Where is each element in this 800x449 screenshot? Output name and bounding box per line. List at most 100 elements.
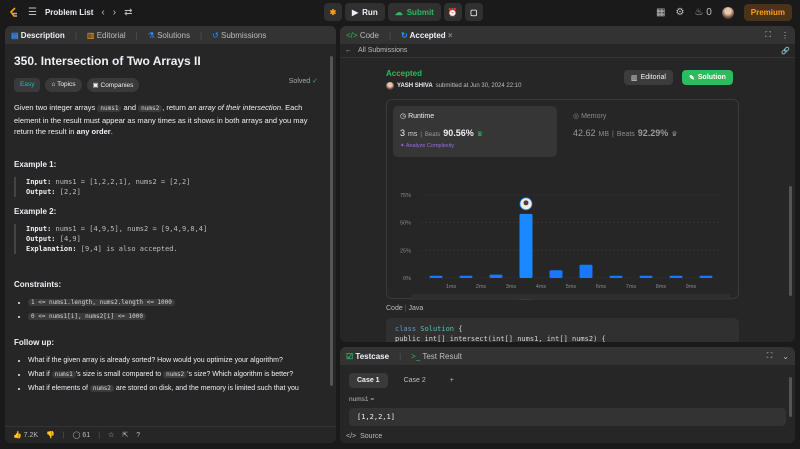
- tab-code[interactable]: </> Code: [346, 31, 379, 40]
- submit-button[interactable]: ☁ Submit: [387, 3, 441, 21]
- submission-scrollbar[interactable]: [789, 186, 792, 296]
- code-viewer[interactable]: class Solution { public int[] intersect(…: [386, 318, 739, 342]
- premium-button[interactable]: Premium: [743, 4, 792, 21]
- like-button[interactable]: 👍 7.2K: [13, 431, 38, 439]
- expand-icon[interactable]: ⛶: [767, 351, 773, 361]
- layout-icon[interactable]: ▦: [656, 7, 665, 18]
- tab-editorial[interactable]: ▥ Editorial: [87, 31, 126, 40]
- list-item: 0 <= nums1[i], nums2[i] <= 1000: [28, 312, 327, 320]
- y-tick-label: 75%: [400, 193, 411, 199]
- bug-icon: ✱: [329, 7, 337, 17]
- collapse-icon[interactable]: ⌄: [782, 352, 789, 361]
- back-arrow-icon[interactable]: ←: [345, 47, 352, 54]
- code-line: class Solution {: [395, 324, 730, 334]
- description-icon: ▤: [11, 30, 19, 40]
- input-label: Input:: [26, 177, 52, 186]
- accepted-icon: ↻: [401, 30, 408, 40]
- description-footer: 👍 7.2K 👎 | ◯ 61 | ☆ ⇱ ?: [5, 426, 336, 443]
- y-tick-label: 25%: [400, 248, 411, 254]
- x-tick-label: 4ms: [536, 284, 547, 290]
- problem-statement: Given two integer arrays nums1 and nums2…: [14, 102, 327, 138]
- runtime-distribution-chart[interactable]: 75%50%25%0%1ms2ms3ms4ms5ms6ms7ms8ms9ms2m…: [387, 100, 740, 300]
- constraints-title: Constraints:: [14, 279, 62, 289]
- tab-solutions[interactable]: ⚗ Solutions: [148, 31, 190, 40]
- tab-submissions[interactable]: ↺ Submissions: [212, 31, 266, 40]
- submitter-name[interactable]: YASH SHIVA: [397, 83, 433, 89]
- close-icon[interactable]: ×: [448, 31, 453, 40]
- next-problem-icon[interactable]: ›: [113, 7, 116, 18]
- stats-box: ◷ Runtime 3 ms | Beats 90.56% ♛ ✦ Analyz…: [386, 99, 740, 300]
- companies-tag[interactable]: ▣ Companies: [86, 78, 140, 92]
- timer-button[interactable]: ⏰: [443, 3, 462, 21]
- help-icon[interactable]: ?: [136, 432, 140, 439]
- solved-badge: Solved ✓: [289, 77, 318, 85]
- list-icon[interactable]: ☰: [28, 7, 37, 18]
- notes-button[interactable]: ▢: [464, 3, 483, 21]
- solution-button[interactable]: ✎ Solution: [682, 70, 733, 85]
- example-input: nums1 = [1,2,2,1], nums2 = [2,2]: [55, 177, 191, 186]
- edit-icon: ✎: [689, 74, 695, 82]
- inline-code: nums1: [97, 105, 122, 112]
- tab-description[interactable]: ▤ Description: [11, 31, 65, 40]
- chart-bar: [579, 264, 593, 278]
- inline-code: nums2: [138, 105, 163, 112]
- streak-counter[interactable]: ♨ 0: [694, 6, 712, 18]
- gear-icon[interactable]: ⚙: [675, 7, 684, 18]
- tab-accepted[interactable]: ↻ Accepted ×: [401, 31, 453, 40]
- testcase-scrollbar[interactable]: [789, 377, 792, 417]
- chart-bar: [639, 275, 653, 278]
- case-1-tab[interactable]: Case 1: [349, 373, 388, 388]
- thumbs-down-icon: 👎: [46, 432, 55, 439]
- example-output: [4,9]: [59, 234, 81, 243]
- output-label: Output:: [26, 234, 56, 243]
- tab-submissions-label: Submissions: [221, 30, 267, 40]
- dislike-button[interactable]: 👎: [46, 431, 55, 439]
- description-panel: ▤ Description | ▥ Editorial | ⚗ Solution…: [5, 26, 336, 443]
- case-tabs: Case 1 Case 2 +: [340, 365, 795, 396]
- problem-list-link[interactable]: Problem List: [45, 8, 93, 17]
- debug-button[interactable]: ✱: [324, 3, 342, 21]
- x-tick-label: 9ms: [686, 284, 697, 290]
- maximize-icon[interactable]: ⛶: [765, 30, 771, 40]
- lock-icon: ▣: [92, 82, 99, 89]
- leetcode-logo-icon[interactable]: [8, 6, 20, 19]
- code-class-name: Solution: [420, 325, 455, 333]
- case-2-tab[interactable]: Case 2: [396, 373, 434, 388]
- followup-title: Follow up:: [14, 337, 54, 347]
- constraint-code: 1 <= nums1.length, nums2.length <= 1000: [28, 298, 175, 306]
- tab-test-result[interactable]: >_ Test Result: [411, 352, 462, 361]
- prev-problem-icon[interactable]: ‹: [101, 7, 104, 18]
- book-icon: ▥: [86, 30, 95, 40]
- followup-text: 's size? Which algorithm is better?: [187, 370, 294, 378]
- all-submissions-link[interactable]: All Submissions: [358, 47, 407, 54]
- followup-text: What if: [28, 370, 52, 378]
- y-tick-label: 50%: [400, 221, 411, 227]
- description-scrollbar[interactable]: [330, 56, 333, 386]
- run-button[interactable]: ▶ Run: [345, 3, 385, 21]
- more-icon[interactable]: ⋮: [781, 31, 789, 40]
- testcase-input[interactable]: [1,2,2,1]: [349, 408, 786, 426]
- tab-testcase[interactable]: ☑ Testcase: [346, 352, 389, 361]
- comments-button[interactable]: ◯ 61: [73, 431, 91, 439]
- solved-label: Solved: [288, 78, 311, 85]
- editorial-button[interactable]: ▥ Editorial: [624, 70, 673, 85]
- source-link[interactable]: Source: [360, 433, 382, 440]
- cloud-upload-icon: ☁: [394, 7, 403, 17]
- problem-title[interactable]: 350. Intersection of Two Arrays II: [14, 54, 327, 68]
- chart-bar: [699, 275, 713, 278]
- avatar[interactable]: [721, 6, 734, 19]
- book-icon: ▥: [631, 74, 638, 82]
- list-item: What if elements of nums2 are stored on …: [28, 384, 327, 392]
- add-case-icon[interactable]: +: [442, 373, 462, 388]
- share-icon[interactable]: ⇱: [122, 431, 128, 439]
- shuffle-icon[interactable]: ⇄: [124, 7, 132, 18]
- example-input: nums1 = [4,9,5], nums2 = [9,4,9,8,4]: [55, 224, 208, 233]
- code-keyword: class: [395, 325, 417, 333]
- note-icon: ▢: [470, 7, 478, 17]
- link-icon[interactable]: 🔗: [781, 47, 790, 55]
- favorite-star-icon[interactable]: ☆: [108, 431, 114, 439]
- streak-count: 0: [706, 6, 712, 18]
- tab-description-label: Description: [20, 30, 65, 40]
- topics-tag[interactable]: ⌂ Topics: [45, 78, 82, 92]
- solution-label: Solution: [697, 74, 726, 81]
